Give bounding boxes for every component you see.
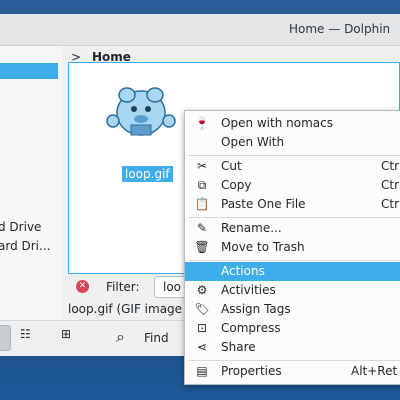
menu-item-rename[interactable]: ✎ Rename... bbox=[185, 219, 400, 238]
selected-file-label[interactable]: loop.gif bbox=[122, 166, 173, 182]
menu-label: Move to Trash bbox=[221, 240, 305, 254]
menu-separator bbox=[189, 260, 400, 261]
trash-icon: 🗑 bbox=[194, 240, 210, 254]
menu-shortcut: Ctr bbox=[381, 159, 400, 173]
find-label: Find bbox=[144, 331, 169, 345]
find-button[interactable]: ⌕ Find bbox=[106, 325, 186, 351]
places-selected-item[interactable] bbox=[0, 63, 58, 79]
menu-item-paste[interactable]: 📋 Paste One File Ctr bbox=[185, 195, 400, 214]
menu-item-assign-tags[interactable]: 🏷 Assign Tags bbox=[185, 300, 400, 319]
menu-label: Properties bbox=[221, 364, 282, 378]
compress-icon: ⊡ bbox=[196, 321, 208, 335]
window-title: Home — Dolphin bbox=[289, 22, 391, 36]
close-filter-icon[interactable]: ✕ bbox=[76, 280, 89, 293]
menu-label: Cut bbox=[221, 159, 242, 173]
menu-separator bbox=[189, 360, 400, 361]
menu-label: Copy bbox=[221, 178, 252, 192]
title-bar[interactable]: Home — Dolphin bbox=[0, 14, 400, 46]
places-item-drive-2[interactable]: ard Dri... bbox=[0, 239, 50, 253]
places-item-drive-1[interactable]: d Drive bbox=[0, 220, 41, 234]
menu-item-open-with-nomacs[interactable]: 🍷 Open with nomacs bbox=[185, 114, 400, 133]
context-menu: 🍷 Open with nomacs Open With ✂ Cut Ctr ⧉… bbox=[184, 110, 400, 385]
places-panel: d Drive ard Dri... bbox=[0, 46, 62, 338]
menu-item-cut[interactable]: ✂ Cut Ctr bbox=[185, 157, 400, 176]
filter-label: Filter: bbox=[106, 280, 140, 294]
menu-item-move-to-trash[interactable]: 🗑 Move to Trash bbox=[185, 238, 400, 257]
menu-label: Actions bbox=[221, 264, 265, 278]
activities-icon: ⚙ bbox=[196, 283, 208, 297]
status-text: loop.gif (GIF image bbox=[68, 302, 183, 316]
nomacs-icon: 🍷 bbox=[194, 116, 210, 130]
menu-item-compress[interactable]: ⊡ Compress bbox=[185, 319, 400, 338]
menu-item-properties[interactable]: ▤ Properties Alt+Ret bbox=[185, 362, 400, 381]
properties-icon: ▤ bbox=[196, 364, 208, 378]
menu-separator bbox=[189, 155, 400, 156]
menu-label: Open With bbox=[221, 135, 285, 149]
menu-label: Paste One File bbox=[221, 197, 306, 211]
menu-label: Activities bbox=[221, 283, 276, 297]
gif-thumbnail-icon[interactable] bbox=[101, 81, 181, 141]
menu-shortcut: Alt+Ret bbox=[351, 364, 398, 378]
menu-label: Rename... bbox=[221, 221, 282, 235]
menu-label: Share bbox=[221, 340, 256, 354]
menu-item-copy[interactable]: ⧉ Copy Ctr bbox=[185, 176, 400, 195]
rename-icon: ✎ bbox=[196, 221, 208, 235]
menu-item-activities[interactable]: ⚙ Activities bbox=[185, 281, 400, 300]
menu-shortcut: Ctr bbox=[381, 197, 400, 211]
menu-item-share[interactable]: ⋖ Share bbox=[185, 338, 400, 357]
tag-icon: 🏷 bbox=[194, 302, 210, 316]
menu-label: Assign Tags bbox=[221, 302, 291, 316]
split-view-icon[interactable]: ⊞ bbox=[61, 327, 71, 341]
details-view-icon[interactable]: ☷ bbox=[20, 327, 31, 341]
view-icons-button[interactable] bbox=[0, 325, 11, 351]
share-icon: ⋖ bbox=[196, 340, 208, 354]
copy-icon: ⧉ bbox=[197, 178, 207, 192]
menu-item-actions[interactable]: Actions bbox=[185, 262, 400, 281]
menu-label: Compress bbox=[221, 321, 281, 335]
search-icon: ⌕ bbox=[116, 327, 125, 346]
cut-icon: ✂ bbox=[196, 159, 208, 173]
menu-shortcut: Ctr bbox=[381, 178, 400, 192]
menu-label: Open with nomacs bbox=[221, 116, 333, 130]
menu-item-open-with[interactable]: Open With bbox=[185, 133, 400, 152]
menu-separator bbox=[189, 217, 400, 218]
paste-icon: 📋 bbox=[194, 197, 210, 211]
